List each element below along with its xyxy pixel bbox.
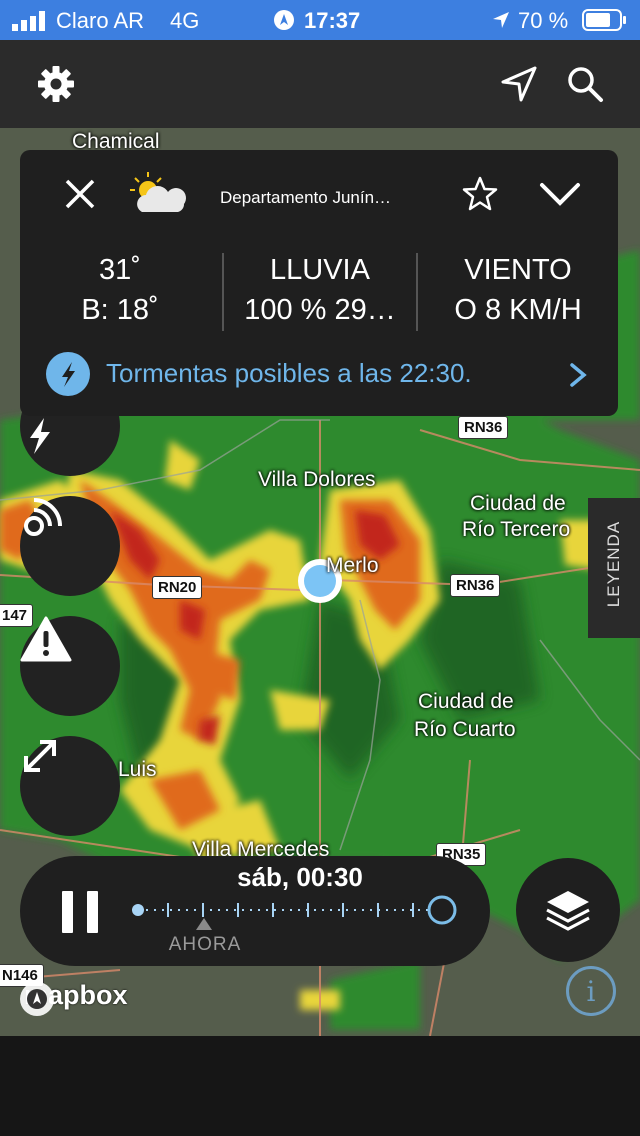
lightning-icon <box>30 418 50 454</box>
road-shield-rn20: RN20 <box>152 576 203 599</box>
partly-cloudy-icon <box>130 172 186 212</box>
fullscreen-button[interactable] <box>20 736 120 836</box>
rain-value: 100 % 29… <box>244 294 396 326</box>
favorite-button[interactable] <box>456 170 504 218</box>
temperature-low: B: 18˚ <box>81 294 159 326</box>
temperature-block: 31˚ B: 18˚ <box>20 250 220 330</box>
navigation-arrow-icon <box>501 66 537 102</box>
storm-alert-text: Tormentas posibles a las 22:30. <box>106 358 472 388</box>
warnings-button[interactable] <box>20 616 120 716</box>
signal-icon <box>12 11 45 31</box>
map-label-rio-cuarto-line1: Ciudad de <box>418 690 514 713</box>
close-button[interactable] <box>56 170 104 218</box>
info-icon: i <box>586 974 596 1008</box>
location-name: Departamento Junín… <box>220 188 392 207</box>
legend-label: LEYENDA <box>604 520 623 608</box>
map-label-merlo: Merlo <box>326 554 379 577</box>
map-label-rio-cuarto-line2: Río Cuarto <box>414 718 516 741</box>
mapbox-logo-icon <box>20 982 54 1016</box>
close-icon <box>65 179 95 209</box>
map-label-rio-tercero-line2: Río Tercero <box>462 518 571 541</box>
timeline-track[interactable] <box>128 894 462 926</box>
map-layers-button[interactable] <box>516 858 620 962</box>
top-bar <box>0 40 640 128</box>
location-service-icon <box>274 10 294 30</box>
radar-button[interactable] <box>20 496 120 596</box>
now-marker-icon <box>196 918 212 930</box>
legend-tab[interactable]: LEYENDA <box>588 498 640 638</box>
layers-icon <box>546 891 590 931</box>
bottom-bar <box>0 1036 640 1136</box>
clock: 17:37 <box>304 8 361 33</box>
map-label-villa-dolores: Villa Dolores <box>258 468 376 491</box>
pause-icon <box>62 891 98 933</box>
my-location-button[interactable] <box>494 60 544 108</box>
road-shield-rn36-south: RN36 <box>450 574 501 597</box>
expand-arrows-icon <box>24 740 56 772</box>
wind-block: VIENTO O 8 KM/H <box>418 250 618 330</box>
radar-signal-icon <box>24 498 62 536</box>
temperature-high: 31˚ <box>99 254 141 286</box>
battery-icon <box>582 9 626 31</box>
warning-icon <box>20 616 72 662</box>
expand-card-button[interactable] <box>534 170 586 218</box>
mapbox-attribution[interactable]: mapbox <box>18 980 128 1016</box>
storm-alert-row[interactable]: Tormentas posibles a las 22:30. <box>46 350 598 398</box>
weather-card: Departamento Junín… 31˚ B: 18˚ LLUVIA 10… <box>20 150 618 416</box>
network-type: 4G <box>170 8 200 33</box>
star-icon <box>462 176 498 211</box>
pause-button[interactable] <box>50 884 110 940</box>
chevron-down-icon <box>540 183 580 206</box>
battery-percent: 70 % <box>518 8 569 33</box>
wind-value: O 8 KM/H <box>454 294 582 326</box>
radar-timeline: sáb, 00:30 AHORA <box>20 856 490 966</box>
storm-alert-icon <box>46 352 90 396</box>
search-icon <box>568 67 603 102</box>
wind-title: VIENTO <box>464 254 572 286</box>
settings-button[interactable] <box>30 60 82 108</box>
rain-title: LLUVIA <box>270 254 370 286</box>
road-shield-rn36: RN36 <box>458 416 509 439</box>
chevron-right-icon <box>570 363 587 387</box>
location-arrow-icon <box>493 12 509 28</box>
carrier: Claro AR <box>56 8 145 33</box>
timeline-time: sáb, 00:30 <box>237 862 363 892</box>
info-button[interactable]: i <box>566 966 616 1016</box>
gear-icon <box>38 66 74 102</box>
now-label: AHORA <box>168 934 242 955</box>
map-label-rio-tercero-line1: Ciudad de <box>470 492 566 515</box>
rain-block: LLUVIA 100 % 29… <box>224 250 416 330</box>
map-label-luis: Luis <box>118 758 157 781</box>
search-button[interactable] <box>560 60 610 108</box>
status-bar: Claro AR 4G 17:37 70 % <box>0 0 640 40</box>
